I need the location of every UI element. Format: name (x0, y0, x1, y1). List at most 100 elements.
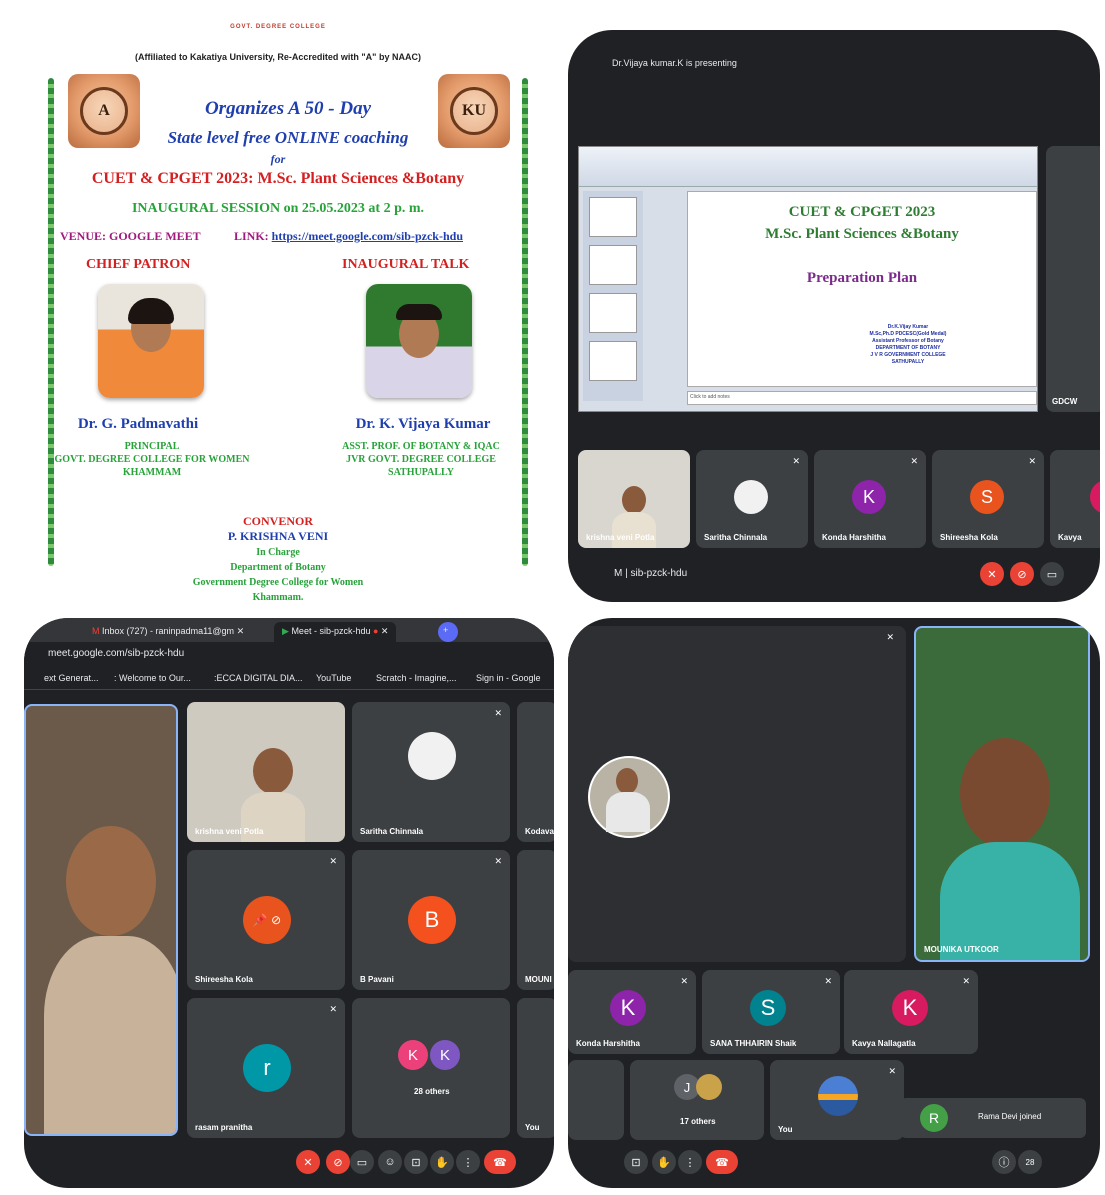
info-button[interactable]: ⓘ (992, 1150, 1016, 1174)
self-tile[interactable]: You (517, 998, 554, 1138)
bookmark[interactable]: ext Generat... (44, 673, 99, 683)
participant-tile[interactable]: ✕ Saritha Chinnala (352, 702, 510, 842)
bookmarks-bar: ext Generat... : Welcome to Our... :ECCA… (24, 668, 554, 690)
mic-off-icon: ✕ (329, 856, 337, 866)
slide-title-1: CUET & CPGET 2023 (788, 204, 936, 220)
meeting-code: M | sib-pzck-hdu (614, 568, 688, 579)
participant-avatar: r (243, 1044, 291, 1092)
mic-off-icon: ✕ (329, 1004, 337, 1014)
side-participant-tile[interactable]: GDCW (1046, 146, 1100, 412)
inaugural-session-date: INAUGURAL SESSION on 25.05.2023 at 2 p. … (131, 201, 425, 216)
camera-off-button[interactable]: ⊘ (326, 1150, 350, 1174)
present-button[interactable]: ⊡ (404, 1150, 428, 1174)
active-speaker-tile[interactable]: MOUNIKA UTKOOR (914, 626, 1090, 962)
participant-avatar: K (398, 1040, 428, 1070)
participant-tile[interactable]: ✕ 📌 ⊘ Shireesha Kola (187, 850, 345, 990)
university-seal-logo: KU (438, 74, 510, 148)
slide-thumb (589, 341, 637, 381)
meet-screenshot-browser: M Inbox (727) - raninpadma11@gm ✕ ▶ Meet… (24, 618, 554, 1188)
patron-designation: PRINCIPAL GOVT. DEGREE COLLEGE FOR WOMEN K… (54, 441, 250, 478)
event-poster: GOVT. DEGREE COLLEGE (Affiliated to Kaka… (8, 8, 548, 603)
poster-title-line2: State level free ONLINE coaching (167, 128, 409, 147)
captions-button[interactable]: ▭ (1040, 562, 1064, 586)
slide-thumb (589, 293, 637, 333)
raise-hand-button[interactable]: ✋ (430, 1150, 454, 1174)
mic-off-icon: ✕ (494, 856, 502, 866)
mic-off-icon: ✕ (494, 708, 502, 718)
raise-hand-button[interactable]: ✋ (652, 1150, 676, 1174)
leave-call-button[interactable]: ☎ (484, 1150, 516, 1174)
captions-button[interactable]: ▭ (350, 1150, 374, 1174)
speaker-main-tile[interactable] (24, 704, 178, 1136)
emoji-button[interactable]: ☺ (378, 1150, 402, 1174)
address-bar[interactable]: meet.google.com/sib-pzck-hdu (24, 642, 554, 668)
tab-meet[interactable]: ▶ Meet - sib-pzck-hdu ● ✕ (274, 622, 397, 642)
participant-avatar: 📌 ⊘ (243, 896, 291, 944)
poster-title-line3: for (270, 152, 286, 166)
slide-subtitle: Preparation Plan (806, 270, 918, 286)
new-tab-button[interactable]: + (438, 622, 458, 642)
participant-tile[interactable] (568, 1060, 624, 1140)
more-options-button[interactable]: ⋮ (456, 1150, 480, 1174)
presenting-banner: Dr.Vijaya kumar.K is presenting (612, 58, 737, 68)
participant-tile[interactable]: Kavya (1050, 450, 1100, 548)
slide-thumb (589, 197, 637, 237)
participant-avatar: R (920, 1104, 948, 1132)
participant-tile[interactable]: ✕ K Konda Harshitha (568, 970, 696, 1054)
patron-name: Dr. G. Padmavathi (77, 416, 199, 432)
mic-off-icon: ✕ (886, 632, 894, 642)
bookmark[interactable]: Sign in - Google (476, 673, 541, 683)
self-tile[interactable]: ✕ You (770, 1060, 904, 1140)
people-button[interactable]: 28 (1018, 1150, 1042, 1174)
bookmark[interactable]: :ECCA DIGITAL DIA... (214, 673, 303, 683)
tab-inbox[interactable]: M Inbox (727) - raninpadma11@gm ✕ (84, 622, 252, 642)
others-tile[interactable]: K K 28 others (352, 998, 510, 1138)
convenor-heading: CONVENOR (242, 514, 313, 528)
poster-course-title: CUET & CPGET 2023: M.Sc. Plant Sciences … (91, 170, 465, 187)
participant-tile[interactable]: ✕ K Kavya Nallagatla (844, 970, 978, 1054)
participant-tile[interactable]: ✕ r rasam pranitha (187, 998, 345, 1138)
mic-off-button[interactable]: ✕ (980, 562, 1004, 586)
shared-screen-powerpoint: CUET & CPGET 2023 M.Sc. Plant Sciences &… (578, 146, 1038, 412)
camera-off-button[interactable]: ⊘ (1010, 562, 1034, 586)
participant-avatar (588, 756, 670, 838)
mic-off-icon: ✕ (888, 1066, 896, 1076)
participant-tile[interactable]: ✕ S SANA THHAIRIN Shaik (702, 970, 840, 1054)
participant-tile[interactable]: krishna veni Potla (578, 450, 690, 548)
slide-thumbnails (583, 191, 643, 401)
slide-thumb (589, 245, 637, 285)
youtube-bookmark[interactable]: YouTube (316, 673, 351, 683)
speaker-name: Dr. K. Vijaya Kumar (355, 416, 491, 432)
participant-tile[interactable]: ✕ Saritha Chinnala (696, 450, 808, 548)
mic-off-icon: ✕ (680, 976, 688, 986)
inaugural-talk-heading: INAUGURAL TALK (342, 257, 470, 272)
slide-title-2: M.Sc. Plant Sciences &Botany (765, 226, 959, 242)
meet-screenshot-presentation: Dr.Vijaya kumar.K is presenting CUET & C… (568, 30, 1100, 602)
bookmark[interactable]: : Welcome to Our... (114, 673, 191, 683)
notes-field[interactable]: Click to add notes (687, 391, 1037, 405)
leave-call-button[interactable]: ☎ (706, 1150, 738, 1174)
participant-tile[interactable]: MOUNI (517, 850, 554, 990)
speaker-photo (366, 284, 472, 398)
participant-avatar (818, 1076, 858, 1116)
participant-tile[interactable]: ✕ (568, 626, 906, 962)
mic-off-button[interactable]: ✕ (296, 1150, 320, 1174)
college-name: GOVT. DEGREE COLLEGE (230, 24, 326, 30)
gmail-icon: M (92, 626, 100, 636)
participant-tile[interactable]: ✕ K Konda Harshitha (814, 450, 926, 548)
browser-tab-bar: M Inbox (727) - raninpadma11@gm ✕ ▶ Meet… (24, 618, 554, 642)
participant-tile[interactable]: Kodavat (517, 702, 554, 842)
convenor-name: P. KRISHNA VENI (227, 529, 329, 543)
ppt-ribbon (579, 147, 1037, 187)
more-options-button[interactable]: ⋮ (678, 1150, 702, 1174)
participant-avatar: K (430, 1040, 460, 1070)
participant-tile[interactable]: krishna veni Potla (187, 702, 345, 842)
participant-tile[interactable]: ✕ B B Pavani (352, 850, 510, 990)
meet-link[interactable]: https://meet.google.com/sib-pzck-hdu (272, 229, 463, 243)
present-button[interactable]: ⊡ (624, 1150, 648, 1174)
participant-avatar (1090, 480, 1100, 514)
participant-avatar (408, 732, 456, 780)
others-tile[interactable]: J 17 others (630, 1060, 764, 1140)
participant-tile[interactable]: ✕ S Shireesha Kola (932, 450, 1044, 548)
bookmark[interactable]: Scratch - Imagine,... (376, 673, 457, 683)
